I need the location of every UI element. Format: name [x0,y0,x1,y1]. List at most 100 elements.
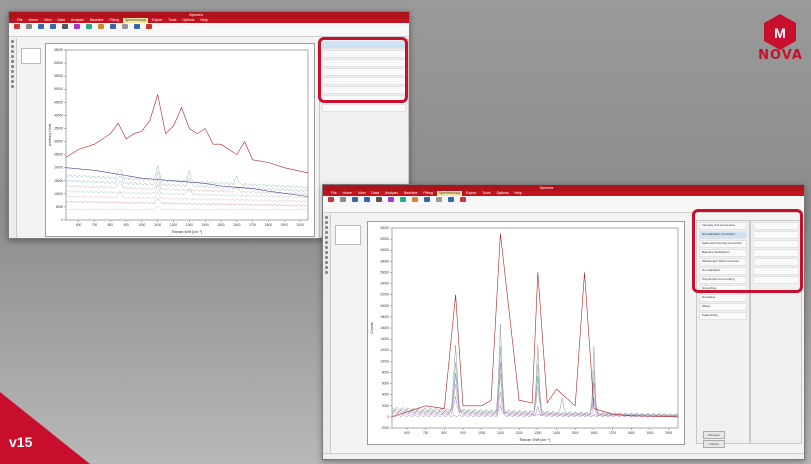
tool-icon[interactable] [325,216,328,219]
tab-export[interactable]: Export [464,191,478,196]
ribbon-button[interactable] [144,24,153,35]
tab-export[interactable]: Export [150,18,164,23]
x-axis-label: Raman Shift [cm⁻¹] [520,438,551,442]
tab-tools[interactable]: Tools [480,191,492,196]
tool-icon[interactable] [325,271,328,274]
step-item[interactable]: Peak Fitting [699,312,747,320]
tab-analysis[interactable]: Analysis [69,18,86,23]
tool-icon[interactable] [325,246,328,249]
ribbon-button[interactable] [84,24,93,35]
x-tick-label: 1500 [572,431,579,435]
y-tick-label: -2000 [381,426,389,430]
tab-view[interactable]: View [42,18,54,23]
ribbon-button[interactable] [24,24,33,35]
ribbon-button[interactable] [338,197,347,208]
tab-fitting[interactable]: Fitting [107,18,121,23]
spectrum-line [65,197,309,207]
x-tick-label: 800 [108,223,114,227]
ribbon-button[interactable] [108,24,117,35]
spectrum-thumbnail[interactable] [335,225,361,245]
tool-icon[interactable] [325,261,328,264]
ribbon-button[interactable] [398,197,407,208]
x-tick-label: 1000 [138,223,145,227]
panel-row[interactable] [322,104,406,112]
ribbon-button[interactable] [60,24,69,35]
tab-help[interactable]: Help [513,191,524,196]
tool-icon[interactable] [325,251,328,254]
ribbon-button[interactable] [350,197,359,208]
tool-icon[interactable] [325,241,328,244]
tool-icon[interactable] [11,50,14,53]
ribbon-button[interactable] [362,197,371,208]
x-tick-label: 1900 [646,431,653,435]
tab-file[interactable]: File [15,18,25,23]
version-corner-badge [0,392,90,464]
tool-icon[interactable] [11,55,14,58]
tool-icon[interactable] [11,80,14,83]
ribbon-button[interactable] [326,197,335,208]
x-tick-label: 1300 [534,431,541,435]
tab-home[interactable]: Home [341,191,354,196]
spectrum-line [65,206,309,211]
tab-home[interactable]: Home [27,18,40,23]
ribbon-button[interactable] [36,24,45,35]
tab-spectroscopy[interactable]: Spectroscopy [122,18,149,23]
x-tick-label: 900 [123,223,129,227]
ribbon-button[interactable] [48,24,57,35]
tab-data[interactable]: Data [370,191,381,196]
tool-icon[interactable] [325,236,328,239]
y-tick-label: 4000 [382,393,389,397]
ribbon-button[interactable] [422,197,431,208]
tool-icon[interactable] [325,226,328,229]
tab-spectroscopy[interactable]: Spectroscopy [436,191,463,196]
spectrum-thumbnail[interactable] [21,48,41,64]
cancel-button[interactable]: Cancel [703,440,725,448]
y-tick-label: 0 [61,218,63,222]
tab-view[interactable]: View [356,191,368,196]
tab-help[interactable]: Help [199,18,210,23]
tool-icon[interactable] [325,221,328,224]
tool-icon[interactable] [11,70,14,73]
x-tick-label: 1600 [590,431,597,435]
y-tick-label: 8000 [382,370,389,374]
ribbon-button[interactable] [12,24,21,35]
plot-frame [65,49,309,221]
step-item[interactable]: Offset [699,303,747,311]
y-tick-label: 28000 [380,259,389,263]
tab-baseline[interactable]: Baseline [402,191,419,196]
x-tick-label: 1800 [628,431,635,435]
ribbon-button[interactable] [72,24,81,35]
tool-icon[interactable] [325,231,328,234]
ribbon-button[interactable] [434,197,443,208]
step-item[interactable]: Derivative [699,294,747,302]
tab-file[interactable]: File [329,191,339,196]
tab-tools[interactable]: Tools [166,18,178,23]
tab-options[interactable]: Options [494,191,510,196]
ribbon-button[interactable] [132,24,141,35]
y-tick-label: 10000 [54,192,63,196]
tab-fitting[interactable]: Fitting [421,191,435,196]
tool-icon[interactable] [11,60,14,63]
tab-data[interactable]: Data [56,18,67,23]
tool-icon[interactable] [325,256,328,259]
remove-button[interactable]: Remove [703,431,725,439]
y-tick-label: 24000 [380,282,389,286]
tool-icon[interactable] [11,85,14,88]
ribbon-button[interactable] [410,197,419,208]
ribbon-button[interactable] [96,24,105,35]
spectrum-chart: 600 700 800 900 1000 1100 1200 1300 1400 1500 1600… [370,226,679,442]
tab-analysis[interactable]: Analysis [383,191,400,196]
ribbon-button[interactable] [120,24,129,35]
tool-icon[interactable] [11,45,14,48]
tab-baseline[interactable]: Baseline [88,18,105,23]
tool-icon[interactable] [11,40,14,43]
tool-icon[interactable] [11,75,14,78]
ribbon-button[interactable] [446,197,455,208]
y-axis-label: Counts [370,322,374,334]
ribbon-button[interactable] [458,197,467,208]
tool-icon[interactable] [11,65,14,68]
tool-icon[interactable] [325,266,328,269]
ribbon-button[interactable] [374,197,383,208]
tab-options[interactable]: Options [180,18,196,23]
ribbon-button[interactable] [386,197,395,208]
